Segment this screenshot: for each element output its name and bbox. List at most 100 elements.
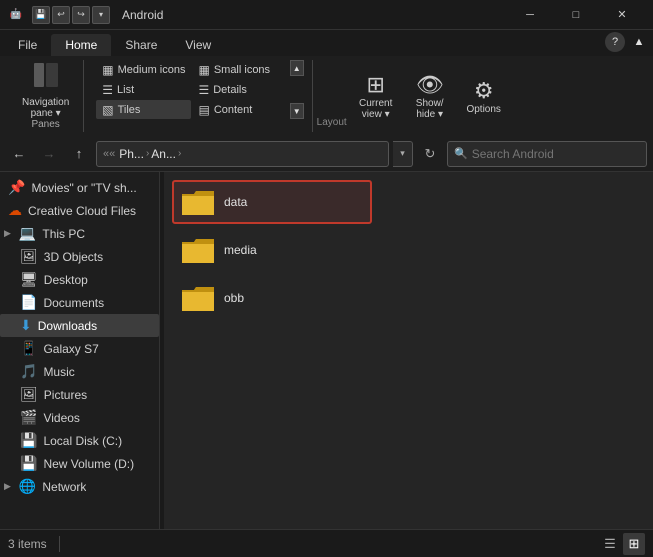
sidebar-item-creative-cloud-label: Creative Cloud Files [28, 204, 136, 218]
main-area: 📌 Movies" or "TV sh... ☁ Creative Cloud … [0, 172, 653, 529]
creative-cloud-icon: ☁ [8, 202, 22, 219]
panes-label: Panes [31, 119, 59, 132]
refresh-button[interactable]: ↻ [417, 141, 443, 167]
title-bar-icons: 🤖 [8, 7, 24, 23]
show-hide-icon: 👁 [416, 72, 444, 98]
new-volume-d-icon: 💾 [20, 455, 37, 472]
file-name-data: data [224, 195, 247, 209]
medium-icons-button[interactable]: ▦ Medium icons [96, 60, 191, 79]
address-path[interactable]: «« Ph... › An... › [96, 141, 389, 167]
window-controls: ─ □ ✕ [507, 0, 645, 30]
sidebar-item-new-volume-d[interactable]: 💾 New Volume (D:) [0, 452, 159, 475]
list-view-button[interactable]: ☰ [599, 533, 621, 555]
content-button[interactable]: ▤ Content [192, 100, 287, 119]
local-disk-c-icon: 💾 [20, 432, 37, 449]
file-item-media[interactable]: media [172, 228, 372, 272]
sidebar-item-this-pc[interactable]: ▶ 💻 This PC [0, 222, 159, 245]
this-pc-icon: 💻 [19, 225, 36, 242]
sidebar-item-videos[interactable]: 🎬 Videos [0, 406, 159, 429]
search-box[interactable]: 🔍 [447, 141, 647, 167]
sidebar-item-pictures-label: Pictures [44, 388, 87, 402]
breadcrumb-arrows: «« [103, 148, 115, 160]
search-icon: 🔍 [454, 147, 468, 160]
path-dropdown[interactable]: ▾ [393, 141, 413, 167]
tiles-button[interactable]: ▧ Tiles [96, 100, 191, 119]
folder-icon-obb [180, 282, 216, 314]
ribbon-expand[interactable]: ▲ [629, 32, 649, 52]
current-view-button[interactable]: ⊞ Currentview ▾ [351, 68, 401, 124]
sidebar-item-documents-label: Documents [43, 296, 104, 310]
file-item-obb[interactable]: obb [172, 276, 372, 320]
documents-icon: 📄 [20, 294, 37, 311]
file-item-data[interactable]: data [172, 180, 372, 224]
item-count: 3 items [8, 537, 47, 551]
ribbon-content: Navigationpane ▾ Panes ▦ Medium icons ▦ … [0, 56, 653, 136]
up-button[interactable]: ↑ [66, 141, 92, 167]
path-part-2[interactable]: An... [151, 147, 176, 161]
status-right: ☰ ⊞ [599, 533, 645, 555]
sidebar-item-this-pc-label: This PC [42, 227, 85, 241]
minimize-button[interactable]: ─ [507, 0, 553, 30]
forward-button: → [36, 141, 62, 167]
qat-dropdown[interactable]: ▾ [92, 6, 110, 24]
file-view: data media obb [164, 172, 653, 529]
tab-file[interactable]: File [4, 34, 51, 56]
sidebar-item-3d-objects[interactable]: 🖼 3D Objects [0, 245, 159, 268]
options-button[interactable]: ⚙ Options [459, 68, 509, 124]
sidebar-item-desktop[interactable]: 🖥 Desktop [0, 268, 159, 291]
layout-group-label: Layout [317, 117, 347, 132]
tab-share[interactable]: Share [111, 34, 171, 56]
search-input[interactable] [472, 147, 640, 161]
path-part-1[interactable]: Ph... [119, 147, 144, 161]
list-icon: ☰ [102, 83, 113, 97]
icon-view-button[interactable]: ⊞ [623, 533, 645, 555]
layout-scroll-up[interactable]: ▲ [290, 60, 304, 76]
sidebar-item-galaxy-s7[interactable]: 📱 Galaxy S7 [0, 337, 159, 360]
sidebar-item-downloads[interactable]: ⬇ Downloads [0, 314, 159, 337]
ribbon-tabs: File Home Share View ? ▲ [0, 30, 653, 56]
sidebar-item-local-disk-c[interactable]: 💾 Local Disk (C:) [0, 429, 159, 452]
title-bar: 🤖 💾 ↩ ↪ ▾ Android ─ □ ✕ [0, 0, 653, 30]
details-button[interactable]: ☰ Details [192, 80, 287, 99]
content-icon: ▤ [198, 103, 209, 117]
3d-objects-icon: 🖼 [20, 248, 38, 265]
back-button[interactable]: ← [6, 141, 32, 167]
sidebar-item-documents[interactable]: 📄 Documents [0, 291, 159, 314]
folder-icon-data [180, 186, 216, 218]
sidebar-item-network-label: Network [42, 480, 86, 494]
network-icon: 🌐 [19, 478, 36, 495]
sidebar-item-network[interactable]: ▶ 🌐 Network [0, 475, 159, 498]
details-icon: ☰ [198, 83, 209, 97]
status-separator [59, 536, 60, 552]
layout-scroll-down[interactable]: ▼ [290, 103, 304, 119]
list-button[interactable]: ☰ List [96, 80, 191, 99]
ribbon-group-layout: ▦ Medium icons ▦ Small icons ☰ List ☰ De… [88, 60, 312, 132]
help-button[interactable]: ? [605, 32, 625, 52]
sidebar-item-desktop-label: Desktop [44, 273, 88, 287]
sidebar-item-downloads-label: Downloads [38, 319, 97, 333]
navigation-pane-button[interactable]: Navigationpane ▾ [16, 62, 75, 118]
sidebar-item-music-label: Music [43, 365, 74, 379]
window-title: Android [122, 8, 507, 22]
close-button[interactable]: ✕ [599, 0, 645, 30]
sidebar-item-creative-cloud[interactable]: ☁ Creative Cloud Files [0, 199, 159, 222]
sidebar-item-music[interactable]: 🎵 Music [0, 360, 159, 383]
sidebar-item-movies-tv[interactable]: 📌 Movies" or "TV sh... [0, 176, 159, 199]
medium-icons-icon: ▦ [102, 63, 113, 77]
tab-home[interactable]: Home [51, 34, 111, 56]
panes-items: Navigationpane ▾ [16, 60, 75, 119]
small-icons-button[interactable]: ▦ Small icons [192, 60, 287, 79]
desktop-icon: 🖥 [20, 271, 38, 288]
tab-view[interactable]: View [171, 34, 225, 56]
maximize-button[interactable]: □ [553, 0, 599, 30]
sidebar-item-pictures[interactable]: 🖼 Pictures [0, 383, 159, 406]
folder-icon-media [180, 234, 216, 266]
qat-redo[interactable]: ↪ [72, 6, 90, 24]
qat-save[interactable]: 💾 [32, 6, 50, 24]
this-pc-expand: ▶ [4, 228, 11, 239]
qat-undo[interactable]: ↩ [52, 6, 70, 24]
show-hide-button[interactable]: 👁 Show/hide ▾ [405, 68, 455, 124]
sidebar: 📌 Movies" or "TV sh... ☁ Creative Cloud … [0, 172, 160, 529]
nav-pane-icon [32, 61, 60, 95]
current-view-icon: ⊞ [366, 72, 384, 98]
